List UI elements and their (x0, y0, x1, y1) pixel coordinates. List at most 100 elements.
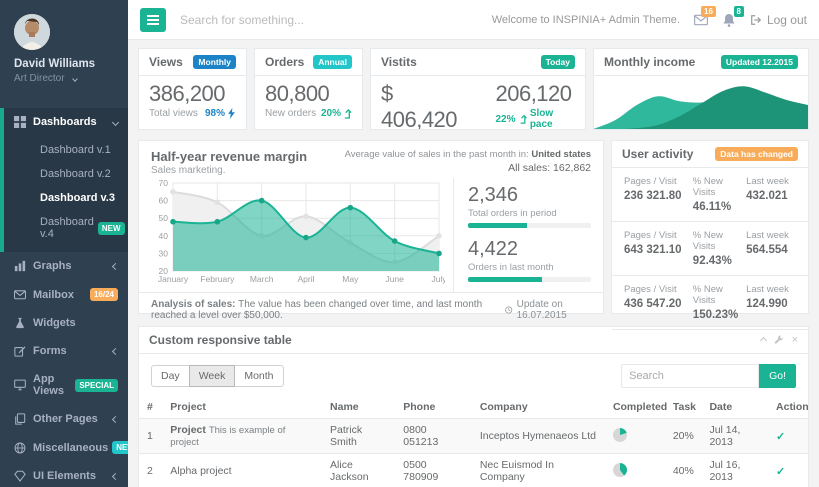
annual-badge: Annual (313, 55, 352, 69)
bolt-icon (227, 108, 236, 119)
table-search-input[interactable] (621, 364, 759, 388)
sidebar-item-ui-elements[interactable]: UI Elements (0, 462, 128, 487)
cell-task: 40% (665, 454, 702, 487)
panel-title: Half-year revenue margin (151, 149, 307, 164)
cell-project: Project This is example of project (162, 419, 322, 454)
sidebar-subitem-dashboard-v-2[interactable]: Dashboard v.2 (4, 162, 128, 186)
ua-value: 432.021 (746, 190, 796, 202)
cell-name: Alice Jackson (322, 454, 395, 487)
visits-metric-1: $ 406,420 44% Rapid pace (381, 81, 469, 130)
orders-period-label: Total orders in period (468, 208, 591, 219)
orders-period-value: 2,346 (468, 184, 591, 207)
ua-value: 46.11% (693, 201, 746, 213)
sidebar-subitem-dashboard-v-1[interactable]: Dashboard v.1 (4, 138, 128, 162)
column-header-date[interactable]: Date (701, 396, 768, 419)
cell-action[interactable]: ✓ (768, 454, 808, 487)
search-input[interactable] (180, 13, 492, 27)
chevron-left-icon (112, 262, 119, 269)
table-row[interactable]: 2Alpha projectAlice Jackson0500 780909Ne… (139, 454, 808, 487)
chevron-left-icon (112, 472, 119, 479)
cell-completed (605, 454, 665, 487)
cell-action[interactable]: ✓ (768, 419, 808, 454)
orders-metric: 20% (321, 108, 352, 119)
sidebar-item-forms[interactable]: Forms (0, 337, 128, 365)
data-changed-badge: Data has changed (715, 147, 798, 161)
ua-value: 564.554 (746, 244, 796, 256)
globe-icon (14, 442, 26, 454)
logout-button[interactable]: Log out (750, 13, 807, 27)
visits-panel: Vistits Today $ 406,420 44% Rapid pace (370, 48, 586, 130)
alerts-count-badge: 8 (734, 6, 744, 17)
custom-table-panel: Custom responsive table × DayWeekMonth (138, 326, 809, 487)
close-icon[interactable]: × (792, 335, 798, 346)
main-area: Welcome to INSPINIA+ Admin Theme. 16 8 (128, 0, 819, 487)
sidebar-item-graphs[interactable]: Graphs (0, 252, 128, 280)
monthly-income-area-chart (594, 76, 808, 130)
column-header--[interactable]: # (139, 396, 162, 419)
svg-text:May: May (342, 274, 359, 284)
column-header-task[interactable]: Task (665, 396, 702, 419)
collapse-icon[interactable] (757, 338, 766, 343)
search-go-button[interactable]: Go! (759, 364, 796, 388)
ua-column-label: Pages / Visit (624, 284, 693, 295)
sidebar-item-widgets[interactable]: Widgets (0, 309, 128, 337)
sidebar-item-miscellaneous[interactable]: MiscellaneousNEW (0, 433, 128, 462)
cell-date: Jul 16, 2013 (701, 454, 768, 487)
bar-chart-icon (14, 260, 26, 272)
diamond-icon (14, 470, 26, 482)
user-role[interactable]: Art Director (14, 73, 128, 84)
user-activity-row: Pages / Visit236 321.80% New Visits46.11… (612, 168, 808, 222)
avatar-photo (14, 14, 50, 50)
sales-summary: Average value of sales in the past month… (345, 149, 591, 176)
menu-toggle-button[interactable] (140, 8, 166, 32)
ua-value: 643 321.10 (624, 244, 693, 256)
orders-value: 80,800 (265, 81, 352, 107)
sidebar-nav: DashboardsDashboard v.1Dashboard v.2Dash… (0, 108, 128, 487)
envelope-icon (14, 289, 26, 301)
sidebar-item-dashboards[interactable]: Dashboards (4, 108, 128, 136)
column-header-name[interactable]: Name (322, 396, 395, 419)
cell-num: 2 (139, 454, 162, 487)
order-stats: 2,346 Total orders in period 4,422 Order… (453, 178, 591, 292)
completed-pie-chart (613, 428, 627, 442)
range-button-day[interactable]: Day (151, 365, 190, 387)
column-header-project[interactable]: Project (162, 396, 322, 419)
settings-wrench-icon[interactable] (774, 335, 784, 345)
column-header-completed[interactable]: Completed (605, 396, 665, 419)
sidebar-item-other-pages[interactable]: Other Pages (0, 405, 128, 433)
welcome-text: Welcome to INSPINIA+ Admin Theme. (492, 14, 680, 26)
alerts-icon[interactable]: 8 (722, 13, 736, 27)
column-header-phone[interactable]: Phone (395, 396, 472, 419)
column-header-action[interactable]: Action (768, 396, 808, 419)
sidebar-item-mailbox[interactable]: Mailbox16/24 (0, 280, 128, 309)
range-button-month[interactable]: Month (234, 365, 283, 387)
range-button-week[interactable]: Week (189, 365, 236, 387)
sidebar-subitem-dashboard-v-4[interactable]: Dashboard v.4NEW (4, 210, 128, 246)
update-info: Update on 16.07.2015 (505, 299, 591, 321)
column-header-company[interactable]: Company (472, 396, 605, 419)
svg-text:January: January (158, 274, 189, 284)
svg-text:February: February (200, 274, 235, 284)
avatar[interactable] (14, 14, 50, 50)
svg-text:60: 60 (159, 196, 169, 206)
ua-value: 236 321.80 (624, 190, 693, 202)
user-name[interactable]: David Williams (14, 58, 128, 70)
topbar-right: Welcome to INSPINIA+ Admin Theme. 16 8 (492, 13, 807, 27)
files-icon (14, 413, 26, 425)
sidebar-subitem-dashboard-v-3[interactable]: Dashboard v.3 (4, 186, 128, 210)
today-badge: Today (541, 55, 575, 69)
sidebar-badge: NEW (98, 222, 125, 235)
panel-title: Vistits (381, 55, 417, 69)
panel-tools: × (757, 335, 798, 346)
monthly-income-panel: Monthly income Updated 12.2015 (593, 48, 809, 130)
ua-value: 124.990 (746, 298, 796, 310)
range-button-group: DayWeekMonth (151, 365, 284, 387)
revenue-margin-panel: Half-year revenue margin Sales marketing… (138, 140, 604, 314)
table-row[interactable]: 1Project This is example of projectPatri… (139, 419, 808, 454)
sidebar-item-app-views[interactable]: App ViewsSPECIAL (0, 365, 128, 405)
messages-icon[interactable]: 16 (694, 13, 708, 27)
chevron-down-icon (112, 118, 119, 125)
level-up-icon (343, 108, 352, 119)
panel-title: User activity (622, 147, 693, 161)
views-metric: 98% (205, 108, 236, 119)
